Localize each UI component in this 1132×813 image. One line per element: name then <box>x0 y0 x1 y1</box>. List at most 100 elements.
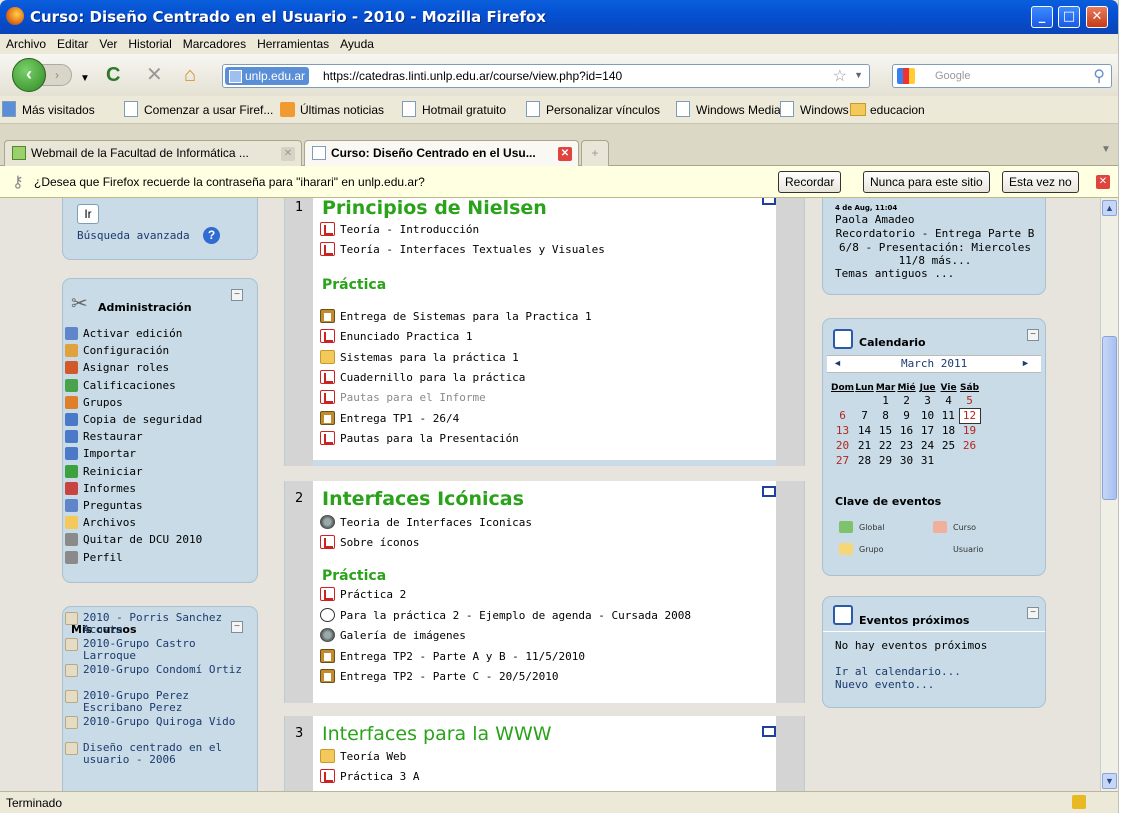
prev-month-icon[interactable]: ◄ <box>833 358 842 368</box>
my-course-link[interactable]: 2010-Grupo Condomí Ortiz <box>65 664 245 677</box>
my-course-link[interactable]: 2010-Grupo Perez Escribano Perez <box>65 690 245 714</box>
home-icon[interactable]: ⌂ <box>184 64 196 86</box>
course-resource-link[interactable]: Pautas para el Informe <box>320 390 486 405</box>
course-resource-link[interactable]: Práctica 3 A <box>320 769 419 783</box>
bookmark-personalizar[interactable]: Personalizar vínculos <box>526 101 660 117</box>
search-placeholder[interactable]: Google <box>935 70 970 82</box>
admin-item[interactable]: Importar <box>65 447 136 461</box>
admin-item[interactable]: Activar edición <box>65 327 182 340</box>
admin-item[interactable]: Quitar de DCU 2010 <box>65 533 202 547</box>
google-icon[interactable] <box>897 68 915 84</box>
course-resource-link[interactable]: Entrega de Sistemas para la Practica 1 <box>320 309 592 323</box>
course-resource-link[interactable]: Galería de imágenes <box>320 628 466 642</box>
help-icon[interactable]: ? <box>203 227 220 244</box>
admin-item[interactable]: Configuración <box>65 344 169 358</box>
section-toggle-icon[interactable] <box>762 726 776 737</box>
admin-item[interactable]: Informes <box>65 481 136 495</box>
course-resource-link[interactable]: Sobre íconos <box>320 535 419 549</box>
calendar-day[interactable]: 14 <box>854 423 875 438</box>
search-bar[interactable]: Google ⚲ <box>892 64 1112 88</box>
admin-item[interactable]: Reiniciar <box>65 464 143 478</box>
admin-item[interactable]: Perfil <box>65 550 123 564</box>
course-resource-link[interactable]: Sistemas para la práctica 1 <box>320 349 519 364</box>
scroll-down-icon[interactable]: ▼ <box>1102 773 1117 789</box>
calendar-day[interactable]: 3 <box>917 393 938 408</box>
bookmark-windows[interactable]: Windows <box>780 101 849 117</box>
calendar-day[interactable]: 18 <box>938 423 959 438</box>
calendar-day[interactable]: 7 <box>854 408 875 423</box>
my-course-link[interactable]: 2010 - Porris Sanchez Acosta <box>65 612 245 636</box>
calendar-day[interactable]: 30 <box>896 453 917 468</box>
admin-item[interactable]: Copia de seguridad <box>65 413 202 426</box>
go-button[interactable]: Ir <box>77 204 99 224</box>
calendar-day[interactable]: 12 <box>958 407 981 424</box>
calendar-day[interactable]: 29 <box>875 453 896 468</box>
calendar-day[interactable]: 9 <box>896 408 917 423</box>
course-resource-link[interactable]: Enunciado Practica 1 <box>320 329 472 344</box>
calendar-day[interactable]: 26 <box>959 438 980 453</box>
window-title-bar[interactable]: Curso: Diseño Centrado en el Usuario - 2… <box>0 0 1118 34</box>
admin-item[interactable]: Preguntas <box>65 499 143 512</box>
course-resource-link[interactable]: Entrega TP2 - Parte A y B - 11/5/2010 <box>320 648 585 663</box>
calendar-day[interactable]: 5 <box>959 393 980 408</box>
never-button[interactable]: Nunca para este sitio <box>863 171 990 193</box>
course-resource-link[interactable]: Teoria de Interfaces Iconicas <box>320 515 532 529</box>
course-resource-link[interactable]: Pautas para la Presentación <box>320 430 519 445</box>
calendar-day[interactable]: 11 <box>938 408 959 423</box>
key-grupo[interactable]: Grupo <box>839 543 884 555</box>
collapse-icon[interactable]: − <box>231 289 243 301</box>
calendar-day[interactable]: 10 <box>917 408 938 423</box>
key-global[interactable]: Global <box>839 521 885 533</box>
calendar-day[interactable]: 15 <box>875 423 896 438</box>
course-resource-link[interactable]: Para la práctica 2 - Ejemplo de agenda -… <box>320 607 691 622</box>
not-now-button[interactable]: Esta vez no <box>1002 171 1079 193</box>
calendar-day[interactable]: 8 <box>875 408 896 423</box>
url-bar[interactable]: unlp.edu.ar https://catedras.linti.unlp.… <box>222 64 870 88</box>
course-resource-link[interactable]: Teoría Web <box>320 749 406 763</box>
my-course-link[interactable]: 2010-Grupo Castro Larroque <box>65 638 245 662</box>
tab-list-icon[interactable]: ▼ <box>1101 144 1111 155</box>
section-toggle-icon[interactable] <box>762 486 776 497</box>
section-toggle-icon[interactable] <box>762 198 776 205</box>
stop-icon[interactable]: ✕ <box>146 64 163 86</box>
bookmark-comenzar[interactable]: Comenzar a usar Firef... <box>124 101 273 117</box>
admin-item[interactable]: Grupos <box>65 395 123 409</box>
close-tab-icon[interactable]: ✕ <box>281 147 295 161</box>
goto-calendar-link[interactable]: Ir al calendario... <box>835 665 961 678</box>
scroll-thumb[interactable] <box>1102 336 1117 500</box>
section-title[interactable]: Interfaces para la WWW <box>322 723 552 745</box>
calendar-day[interactable]: 21 <box>854 438 875 453</box>
next-month-icon[interactable]: ► <box>1021 358 1030 368</box>
reload-icon[interactable]: C <box>106 64 120 86</box>
menu-archivo[interactable]: Archivo <box>0 34 51 51</box>
course-resource-link[interactable]: Teoría - Interfaces Textuales y Visuales <box>320 242 605 256</box>
section-title[interactable]: Interfaces Icónicas <box>322 488 524 510</box>
news-more-link[interactable]: 11/8 más... <box>835 254 1035 267</box>
admin-item[interactable]: Asignar roles <box>65 361 169 375</box>
calendar-day[interactable]: 24 <box>917 438 938 453</box>
site-identity-button[interactable]: unlp.edu.ar <box>225 67 310 85</box>
minimize-button[interactable]: _ <box>1031 6 1053 28</box>
new-event-link[interactable]: Nuevo evento... <box>835 678 934 691</box>
admin-item[interactable]: Archivos <box>65 516 136 530</box>
key-usuario[interactable]: Usuario <box>933 543 983 555</box>
calendar-day[interactable]: 23 <box>896 438 917 453</box>
tab-curso[interactable]: Curso: Diseño Centrado en el Usu... ✕ <box>304 140 579 167</box>
bookmark-ultimas-noticias[interactable]: Últimas noticias <box>280 102 384 117</box>
remember-button[interactable]: Recordar <box>778 171 842 193</box>
tab-webmail[interactable]: Webmail de la Facultad de Informática ..… <box>4 140 302 166</box>
bookmark-star-icon[interactable]: ☆ <box>833 66 847 86</box>
new-tab-button[interactable]: + <box>581 140 609 166</box>
calendar-day[interactable]: 17 <box>917 423 938 438</box>
older-topics-link[interactable]: Temas antiguos ... <box>835 267 954 280</box>
history-dropdown-icon[interactable]: ▼ <box>80 68 90 90</box>
calendar-day[interactable]: 1 <box>875 393 896 408</box>
calendar-day[interactable]: 31 <box>917 453 938 468</box>
course-resource-link[interactable]: Entrega TP1 - 26/4 <box>320 410 459 425</box>
close-notification-icon[interactable]: ✕ <box>1096 175 1110 189</box>
menu-ver[interactable]: Ver <box>93 34 122 51</box>
menu-historial[interactable]: Historial <box>122 34 176 51</box>
calendar-day[interactable]: 28 <box>854 453 875 468</box>
calendar-day[interactable]: 16 <box>896 423 917 438</box>
back-button[interactable]: ‹ <box>12 58 46 92</box>
